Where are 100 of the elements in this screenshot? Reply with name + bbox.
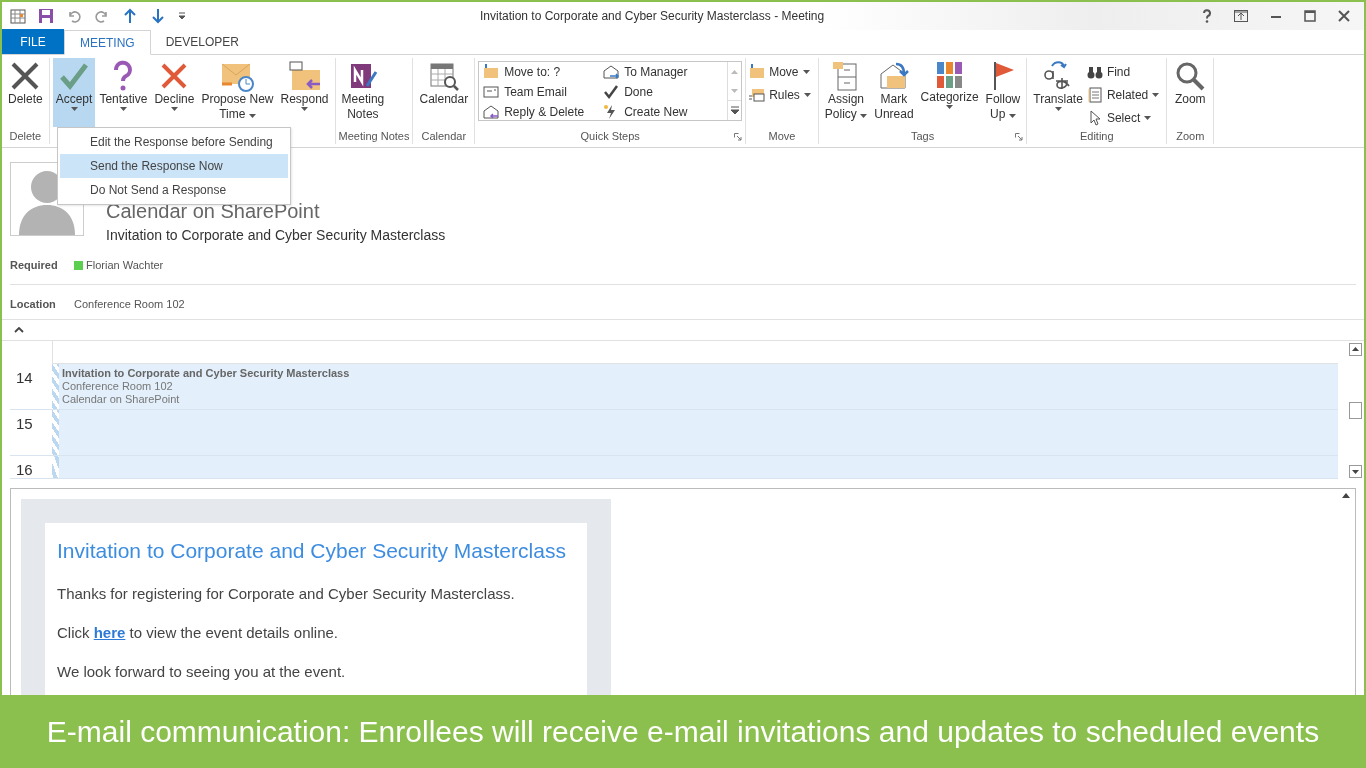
hour-label: 16 <box>15 460 34 478</box>
quick-step[interactable]: Team Email <box>483 82 604 102</box>
meeting-subject: Invitation to Corporate and Cyber Security Masterclass <box>106 227 446 243</box>
ribbon-button[interactable]: Meeting Notes <box>338 58 388 127</box>
organizer-name: Calendar on SharePoint <box>106 200 321 223</box>
quick-step[interactable]: Done <box>603 82 724 102</box>
group-label: Calendar <box>421 129 467 142</box>
caret-icon <box>301 107 308 111</box>
group-label: Editing <box>1079 130 1114 142</box>
window-title: Invitation to Corporate and Cyber Security Masterclass - Meeting <box>480 9 826 23</box>
dialog-launcher-icon <box>734 133 743 141</box>
caret-icon <box>946 105 954 109</box>
group-label: Move <box>768 129 796 142</box>
ribbon-button[interactable]: Mark Unread <box>871 58 917 127</box>
attendee-name[interactable]: Florian Wachter <box>86 259 164 271</box>
caret-icon <box>1008 114 1016 118</box>
calendar-search-icon <box>427 60 460 92</box>
file-tab[interactable]: FILE <box>2 29 64 54</box>
caret-icon <box>1152 93 1160 97</box>
ribbon-button[interactable]: Translate <box>1030 58 1086 128</box>
ribbon-button[interactable]: Select <box>1086 108 1164 128</box>
caret-icon <box>170 107 178 111</box>
caret-icon <box>1054 107 1062 111</box>
up-arrow-icon <box>122 8 138 24</box>
calendar-icon <box>10 8 26 24</box>
location-value: Conference Room 102 <box>74 298 185 310</box>
close-icon <box>1338 10 1350 22</box>
folder-icon <box>483 64 500 80</box>
email-paragraph: Click here to view the event details online. <box>57 624 339 641</box>
caret-icon <box>248 114 256 118</box>
group-label: Zoom <box>1176 129 1205 142</box>
scroll-thumb[interactable] <box>1348 402 1362 419</box>
link[interactable]: here <box>93 624 126 641</box>
ribbon-button[interactable]: Accept <box>52 58 96 127</box>
field-label: Required <box>10 259 59 271</box>
email-card-icon <box>483 84 500 100</box>
caret-icon <box>119 107 127 111</box>
hour-label: 15 <box>15 414 34 434</box>
envelope-speech-icon <box>287 60 322 92</box>
dialog-launcher-icon <box>1015 133 1024 141</box>
ribbon-button[interactable]: Propose New Time <box>198 58 277 127</box>
ribbon-button[interactable]: Categorize <box>917 58 982 127</box>
ribbon-tab[interactable]: DEVELOPER <box>150 29 255 54</box>
menu-item[interactable]: Edit the Response before Sending <box>60 130 288 154</box>
email-paragraph: Thanks for registering for Corporate and Cyber Security Masterclass. <box>57 585 516 602</box>
ribbon-tab[interactable]: MEETING <box>64 30 151 55</box>
hour-label: 14 <box>15 368 34 388</box>
scroll-up-icon <box>1341 491 1351 499</box>
quick-step[interactable]: Reply & Delete <box>483 102 604 122</box>
email-heading: Invitation to Corporate and Cyber Security Masterclass <box>57 539 567 563</box>
caret-icon <box>1144 116 1152 120</box>
quick-step[interactable]: Create New <box>603 102 724 122</box>
document-icon <box>1086 87 1103 103</box>
menu-item[interactable]: Do Not Send a Response <box>60 178 288 202</box>
envelope-forward-icon <box>603 64 620 80</box>
ribbon-button[interactable]: Calendar <box>416 58 472 127</box>
folder-icon <box>749 64 766 80</box>
envelope-arrow-icon <box>877 60 910 92</box>
group-label: Tags <box>910 129 935 142</box>
more-icon <box>730 106 739 114</box>
envelope-reply-icon <box>483 104 500 120</box>
save-icon <box>38 8 54 24</box>
group-label: Quick Steps <box>580 129 640 142</box>
ribbon-button[interactable]: Zoom <box>1170 58 1211 127</box>
ribbon-button[interactable]: Related <box>1086 85 1164 105</box>
collapse-icon <box>14 327 24 333</box>
magnifier-icon <box>1174 60 1207 92</box>
ribbon-display-icon <box>1234 10 1248 22</box>
undo-icon <box>66 8 82 24</box>
caret-icon <box>860 114 868 118</box>
event-organizer: Calendar on SharePoint <box>62 393 181 406</box>
ribbon-button[interactable]: Follow Up <box>982 58 1024 127</box>
ribbon-button[interactable]: Decline <box>151 58 198 127</box>
help-icon <box>1202 9 1212 23</box>
menu-item[interactable]: Send the Response Now <box>60 154 288 178</box>
scroll-down-icon <box>731 88 739 93</box>
color-grid-icon <box>934 60 965 90</box>
scroll-up-icon <box>731 69 739 74</box>
ribbon-button[interactable]: Rules <box>749 85 815 105</box>
group-label: Delete <box>9 129 42 142</box>
checkmark-icon <box>603 84 620 100</box>
ribbon-button[interactable]: Delete <box>5 58 46 127</box>
group-label: Meeting Notes <box>338 129 410 142</box>
caret-icon <box>70 107 78 111</box>
ribbon-button[interactable]: Move <box>749 62 815 82</box>
email-paragraph: We look forward to seeing you at the event. <box>57 663 347 680</box>
down-arrow-icon <box>150 8 166 24</box>
caret-icon <box>803 93 811 97</box>
quick-step[interactable]: Move to: ? <box>483 62 604 82</box>
ribbon-button[interactable]: Respond <box>277 58 332 127</box>
event-location: Conference Room 102 <box>62 380 174 393</box>
redo-icon <box>94 8 110 24</box>
binoculars-icon <box>1086 64 1103 80</box>
event-title: Invitation to Corporate and Cyber Security Masterclass <box>62 367 351 380</box>
ribbon-button[interactable]: Assign Policy <box>821 58 871 127</box>
ribbon-button[interactable]: Tentative <box>96 58 151 127</box>
ribbon-button[interactable]: Find <box>1086 62 1164 82</box>
quick-step[interactable]: To Manager <box>603 62 724 82</box>
field-label: Location <box>10 298 57 310</box>
caption-text: E-mail communication: Enrollees will receive e-mail invitations and updates to scheduled events <box>45 713 1321 750</box>
